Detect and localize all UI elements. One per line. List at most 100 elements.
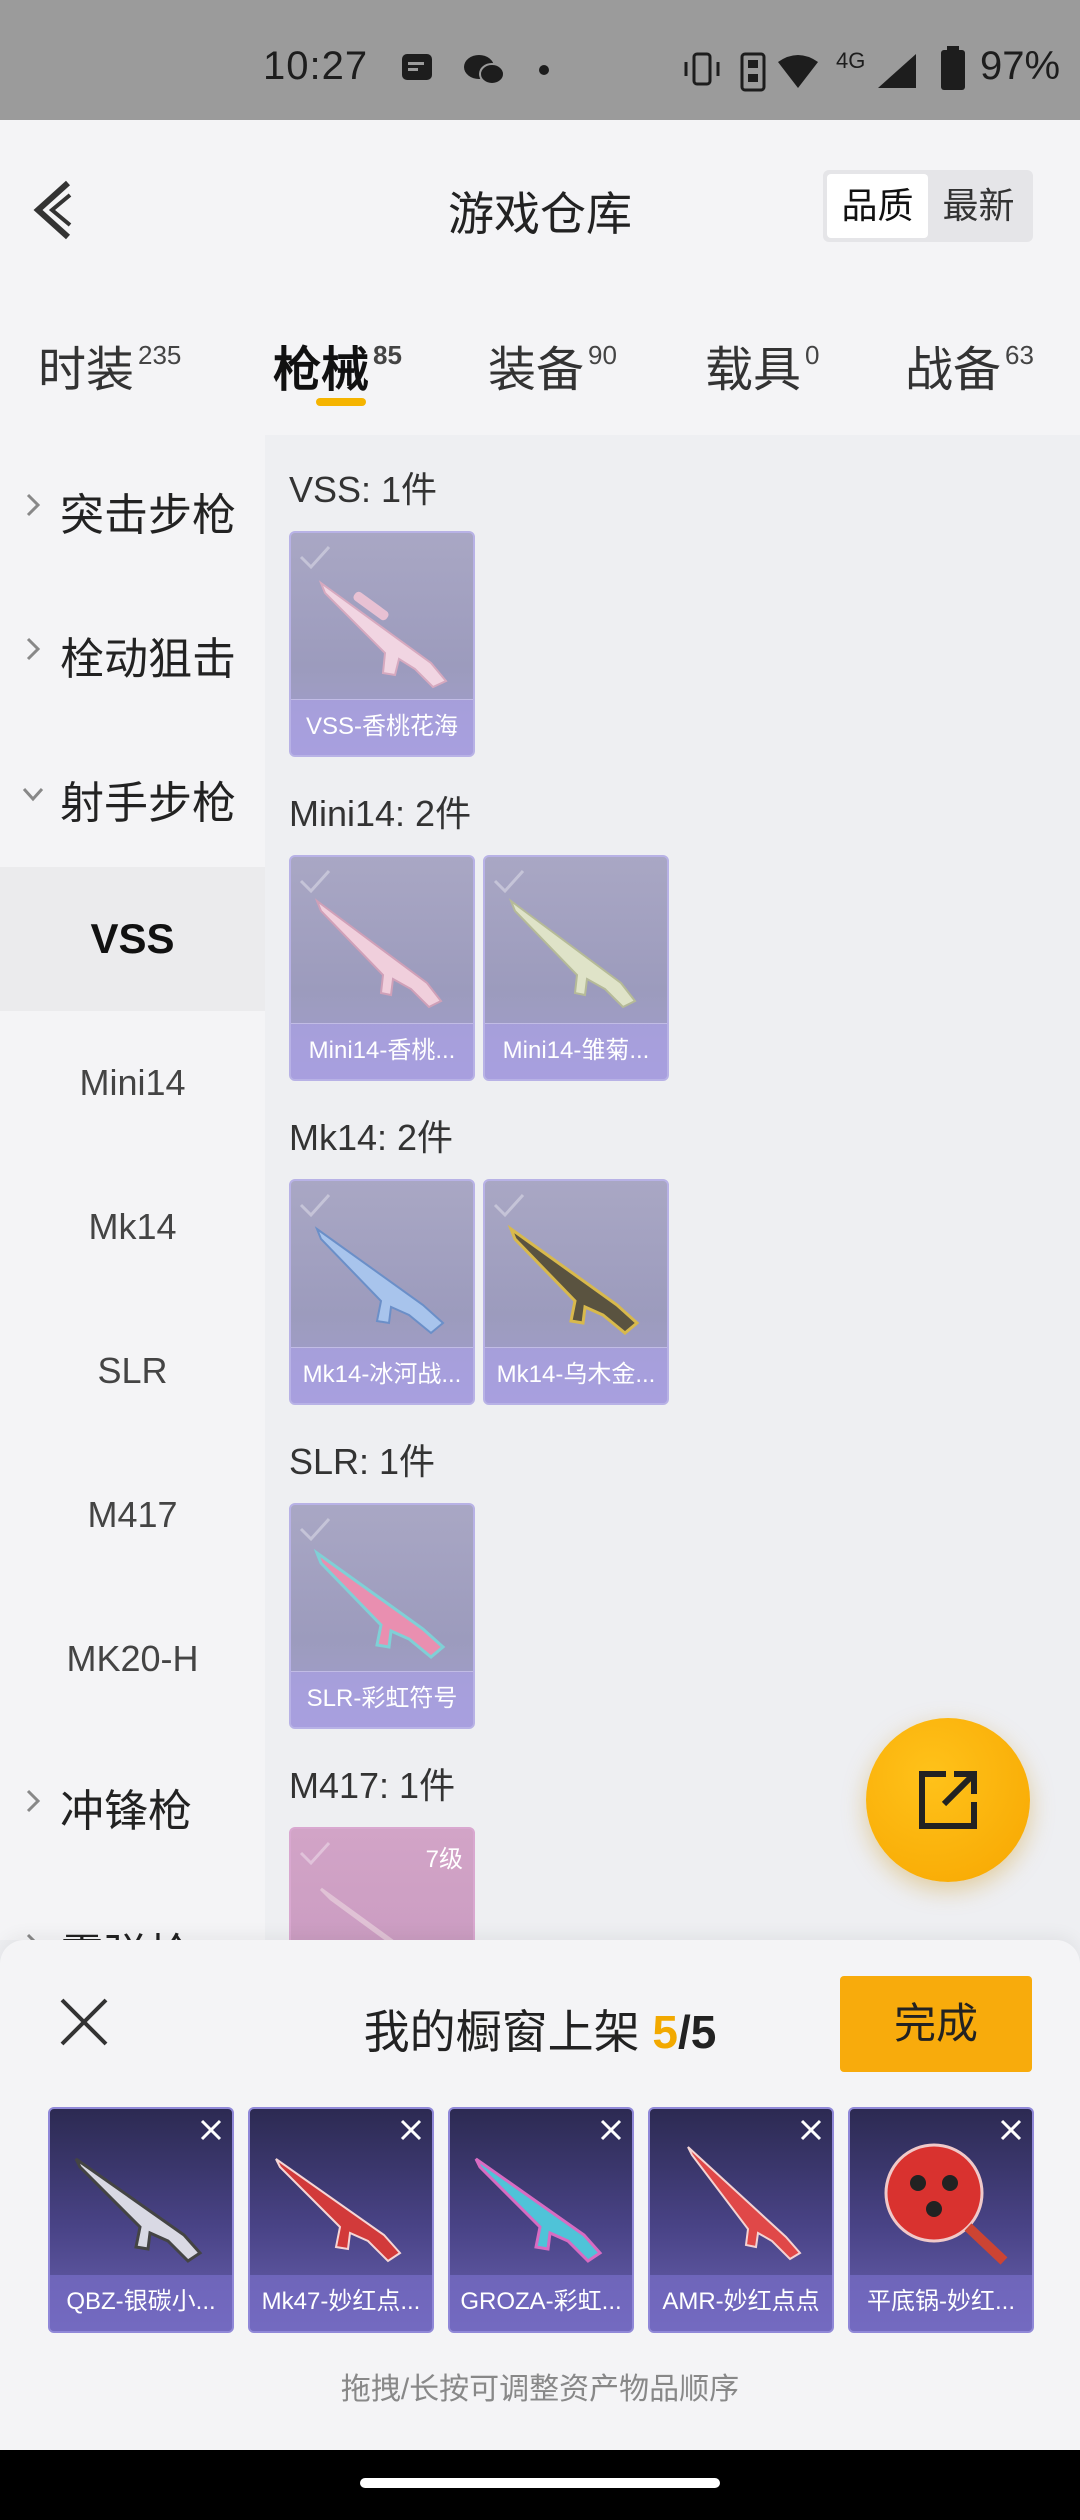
showcase-title-text: 我的橱窗上架 — [363, 2006, 640, 2058]
weapon-card-label: SLR-彩虹符号 — [291, 1671, 473, 1727]
vibrate-icon — [684, 52, 720, 86]
rifle-image — [687, 2146, 802, 2261]
showcase-count: 5 — [652, 2006, 678, 2058]
weapon-list: VSS: 1件 VSS-香桃花海 Mini14: 2件 Mini14-香桃...… — [265, 435, 1080, 1940]
showcase-panel: 我的橱窗上架 5/5 完成 QBZ-银碳小... Mk47-妙红点... GRO… — [0, 1940, 1080, 2450]
tab-fashion[interactable]: 时装 235 — [38, 330, 181, 400]
showcase-item-label: Mk47-妙红点... — [250, 2275, 432, 2331]
sidebar-category-marksman-rifle[interactable]: 射手步枪 — [0, 723, 265, 867]
rifle-image — [319, 1887, 394, 1940]
weapon-card-label: Mini14-香桃... — [291, 1023, 473, 1079]
status-time: 10:27 — [263, 44, 369, 88]
showcase-item-label: 平底锅-妙红... — [850, 2275, 1032, 2331]
rifle-image — [474, 2157, 603, 2263]
tab-count: 90 — [588, 340, 617, 370]
sidebar-item-m417[interactable]: M417 — [0, 1443, 265, 1587]
rifle-image — [314, 1226, 445, 1335]
sidebar-category-smg[interactable]: 冲锋枪 — [0, 1731, 265, 1875]
group-title-m417: M417: 1件 — [289, 1765, 456, 1806]
chevron-right-icon — [26, 1789, 41, 1813]
showcase-item[interactable]: Mk47-妙红点... — [248, 2107, 434, 2333]
message-icon — [402, 54, 432, 80]
sidebar-item-mini14[interactable]: Mini14 — [0, 1011, 265, 1155]
tab-equipment[interactable]: 装备 90 — [488, 330, 617, 400]
sidebar-item-slr[interactable]: SLR — [0, 1299, 265, 1443]
showcase-item-label: AMR-妙红点点 — [650, 2275, 832, 2331]
showcase-item-label: QBZ-银碳小... — [50, 2275, 232, 2331]
weapon-card[interactable]: Mk14-冰河战... — [289, 1179, 475, 1405]
tab-label: 装备 — [488, 344, 585, 397]
group-title-mk14: Mk14: 2件 — [289, 1117, 454, 1158]
weapon-card-label: Mk14-冰河战... — [291, 1347, 473, 1403]
showcase-item[interactable]: 平底锅-妙红... — [848, 2107, 1034, 2333]
sidebar-category-label: 射手步枪 — [60, 779, 236, 828]
rifle-image — [313, 1548, 446, 1659]
sidebar-item-mk20h[interactable]: MK20-H — [0, 1587, 265, 1731]
network-type: 4G — [836, 48, 866, 73]
share-icon — [919, 1771, 977, 1829]
weapon-card[interactable]: Mini14-雏菊... — [483, 855, 669, 1081]
chevron-right-icon — [26, 1933, 36, 1940]
showcase-item[interactable]: GROZA-彩虹... — [448, 2107, 634, 2333]
active-tab-indicator — [316, 398, 366, 406]
group-title-mini14: Mini14: 2件 — [289, 793, 472, 834]
weapon-type-sidebar: 突击步枪 栓动狙击 射手步枪 VSS Mini14 Mk14 SLR M417 … — [0, 435, 265, 1940]
sidebar-category-label: 霰弹枪 — [60, 1919, 192, 1940]
home-gesture-pill[interactable] — [360, 2478, 720, 2488]
showcase-total: /5 — [678, 2006, 717, 2058]
showcase-item[interactable]: AMR-妙红点点 — [648, 2107, 834, 2333]
tab-guns[interactable]: 枪械 85 — [273, 330, 402, 400]
tab-count: 235 — [138, 340, 182, 370]
weapon-card[interactable]: SLR-彩虹符号 — [289, 1503, 475, 1729]
sidebar-category-shotgun[interactable]: 霰弹枪 — [0, 1875, 265, 1940]
signal-icon — [878, 54, 916, 88]
rifle-image — [275, 2158, 402, 2263]
sidebar-category-bolt-sniper[interactable]: 栓动狙击 — [0, 579, 265, 723]
sim-icon — [740, 52, 766, 92]
status-bar: 10:27 4G 97% — [0, 0, 1080, 120]
sidebar-item-mk14[interactable]: Mk14 — [0, 1155, 265, 1299]
weapon-card-label: VSS-香桃花海 — [291, 699, 473, 755]
weapon-card[interactable]: Mk14-乌木金... — [483, 1179, 669, 1405]
rifle-image — [507, 1224, 640, 1335]
tab-label: 枪械 — [273, 344, 370, 397]
sort-latest-button[interactable]: 最新 — [928, 174, 1029, 238]
rifle-image — [314, 898, 443, 1009]
sidebar-category-label: 栓动狙击 — [60, 635, 236, 684]
tab-supplies[interactable]: 战备 63 — [905, 330, 1034, 400]
dot-icon — [539, 65, 549, 75]
chevron-right-icon — [26, 637, 41, 661]
tab-label: 时装 — [38, 344, 135, 397]
rifle-image — [508, 898, 637, 1009]
tab-count: 0 — [805, 340, 820, 370]
sort-toggle: 品质 最新 — [823, 170, 1033, 242]
sidebar-category-assault-rifle[interactable]: 突击步枪 — [0, 435, 265, 579]
rifle-image — [318, 580, 448, 689]
system-nav-bar — [0, 2450, 1080, 2520]
tab-count: 85 — [373, 340, 402, 370]
share-button[interactable] — [866, 1718, 1030, 1882]
group-title-vss: VSS: 1件 — [289, 469, 438, 510]
group-title-slr: SLR: 1件 — [289, 1441, 436, 1482]
done-button[interactable]: 完成 — [840, 1976, 1032, 2072]
app-header: 游戏仓库 品质 最新 — [0, 120, 1080, 270]
wechat-icon — [464, 55, 505, 85]
weapon-card-label: Mini14-雏菊... — [485, 1023, 667, 1079]
weapon-card[interactable]: 7级 — [289, 1827, 475, 1940]
showcase-hint: 拖拽/长按可调整资产物品顺序 — [340, 2373, 740, 2406]
weapon-card[interactable]: Mini14-香桃... — [289, 855, 475, 1081]
showcase-item[interactable]: QBZ-银碳小... — [48, 2107, 234, 2333]
category-tabs: 时装 235 枪械 85 装备 90 载具 0 战备 63 — [0, 270, 1080, 435]
sort-quality-button[interactable]: 品质 — [827, 174, 928, 238]
chevron-down-icon — [22, 787, 44, 802]
frying-pan-image — [884, 2143, 1008, 2265]
battery-level: 97% — [980, 44, 1061, 88]
sidebar-category-label: 冲锋枪 — [60, 1787, 192, 1836]
rifle-image — [74, 2157, 203, 2263]
showcase-item-label: GROZA-彩虹... — [450, 2275, 632, 2331]
weapon-card[interactable]: VSS-香桃花海 — [289, 531, 475, 757]
tab-label: 战备 — [905, 344, 1002, 397]
sidebar-item-vss[interactable]: VSS — [0, 867, 265, 1011]
chevron-right-icon — [26, 493, 41, 517]
tab-vehicles[interactable]: 载具 0 — [705, 330, 819, 400]
